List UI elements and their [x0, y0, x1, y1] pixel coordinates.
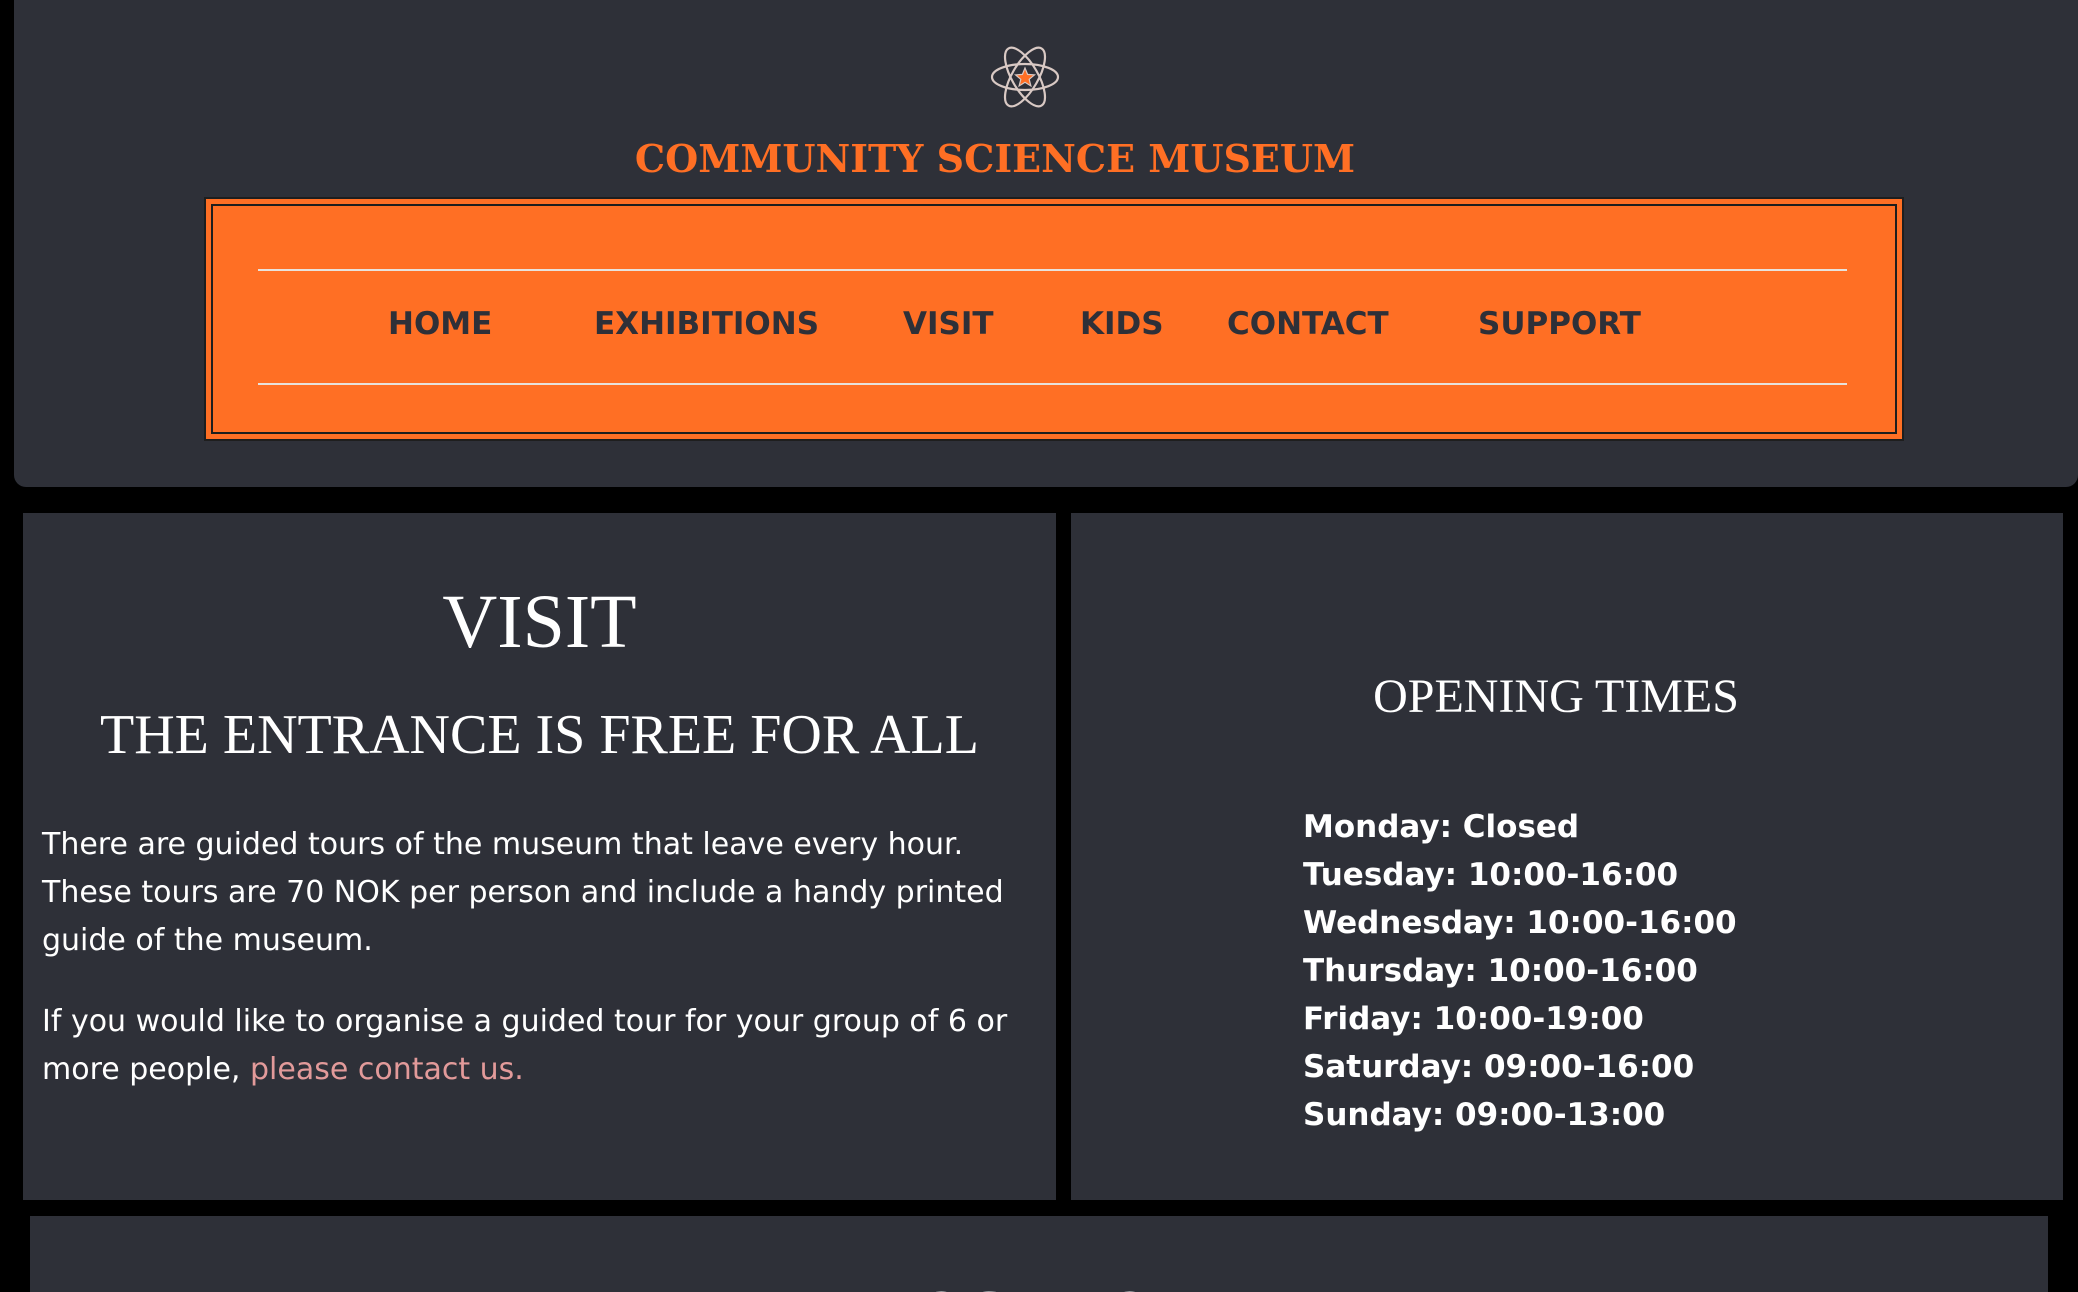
nav-item-exhibitions[interactable]: EXHIBITIONS — [594, 306, 819, 342]
opening-times-list: Monday: Closed Tuesday: 10:00-16:00 Wedn… — [1303, 803, 1737, 1139]
nav-inner-border: HOME EXHIBITIONS VISIT KIDS CONTACT SUPP… — [211, 204, 1897, 434]
opening-time-thursday: Thursday: 10:00-16:00 — [1303, 953, 1698, 989]
location-panel: LOCATION — [30, 1216, 2048, 1292]
opening-time-saturday: Saturday: 09:00-16:00 — [1303, 1049, 1695, 1085]
nav-item-support[interactable]: SUPPORT — [1478, 306, 1641, 342]
visit-panel: VISIT THE ENTRANCE IS FREE FOR ALL There… — [23, 513, 1056, 1200]
atom-star-icon[interactable] — [989, 44, 1061, 110]
nav-item-home[interactable]: HOME — [388, 306, 492, 342]
nav-item-kids[interactable]: KIDS — [1080, 306, 1164, 342]
opening-times-heading: OPENING TIMES — [1373, 670, 1739, 723]
free-entrance-heading: THE ENTRANCE IS FREE FOR ALL — [100, 704, 979, 766]
main-navigation: HOME EXHIBITIONS VISIT KIDS CONTACT SUPP… — [204, 197, 1904, 441]
nav-divider-bottom — [258, 383, 1847, 385]
nav-divider-top — [258, 269, 1847, 271]
group-tour-text: If you would like to organise a guided t… — [42, 1004, 1008, 1087]
opening-time-friday: Friday: 10:00-19:00 — [1303, 1001, 1644, 1037]
opening-time-sunday: Sunday: 09:00-13:00 — [1303, 1097, 1666, 1133]
visit-heading: VISIT — [442, 580, 637, 664]
opening-times-panel: OPENING TIMES Monday: Closed Tuesday: 10… — [1071, 513, 2063, 1200]
group-tour-paragraph: If you would like to organise a guided t… — [42, 998, 1052, 1094]
site-title: COMMUNITY SCIENCE MUSEUM — [634, 136, 1356, 181]
opening-time-wednesday: Wednesday: 10:00-16:00 — [1303, 905, 1737, 941]
site-header: COMMUNITY SCIENCE MUSEUM HOME EXHIBITION… — [14, 0, 2078, 487]
nav-item-visit[interactable]: VISIT — [903, 306, 994, 342]
nav-item-contact[interactable]: CONTACT — [1227, 306, 1389, 342]
contact-us-link[interactable]: please contact us. — [250, 1052, 524, 1087]
opening-time-monday: Monday: Closed — [1303, 809, 1580, 845]
opening-time-tuesday: Tuesday: 10:00-16:00 — [1303, 857, 1679, 893]
location-heading: LOCATION — [30, 1276, 2048, 1292]
guided-tours-paragraph: There are guided tours of the museum tha… — [42, 827, 1004, 958]
